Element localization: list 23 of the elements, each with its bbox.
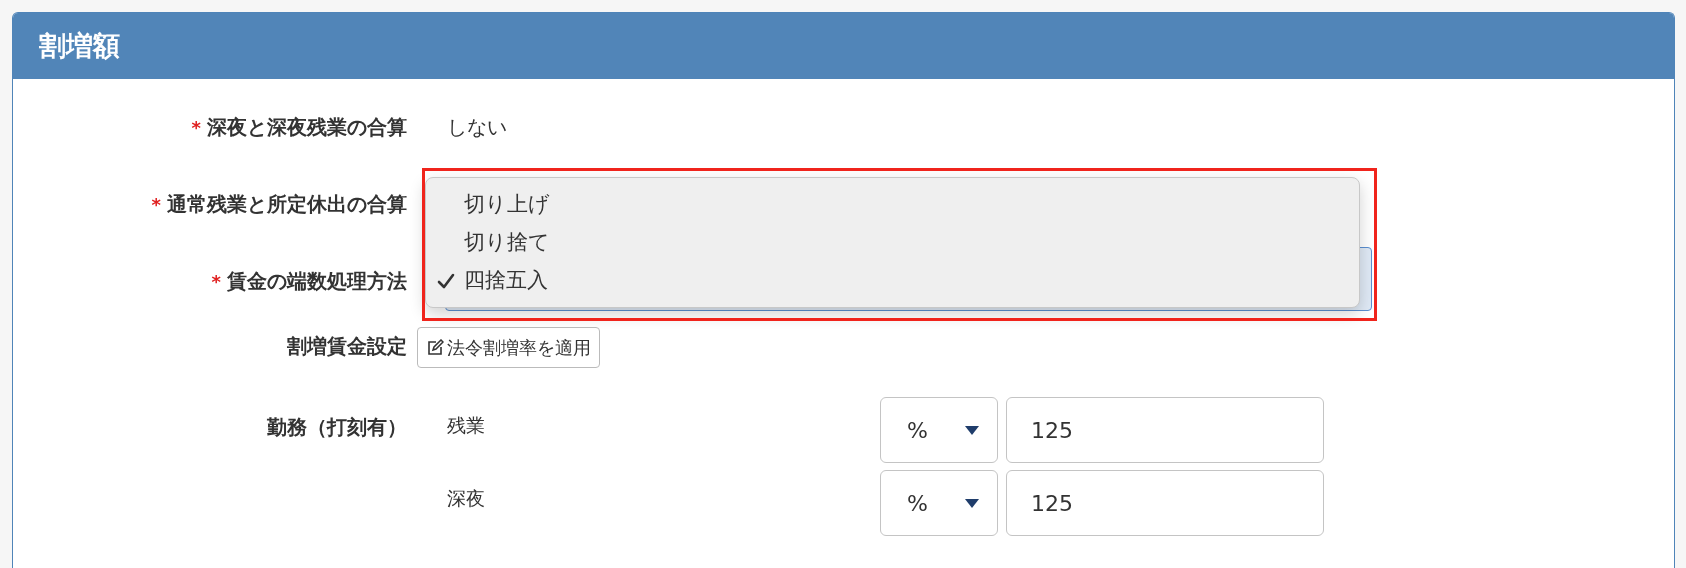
field-label: 深夜と深夜残業の合算 <box>207 115 407 139</box>
caret-icon <box>965 425 979 435</box>
unit-select[interactable]: % <box>880 397 998 463</box>
rate-input[interactable]: 125 <box>1006 470 1324 536</box>
edit-icon <box>426 338 444 357</box>
dropdown-option[interactable]: 切り捨て <box>426 224 1359 262</box>
rate-input[interactable]: 125 <box>1006 397 1324 463</box>
caret-icon <box>965 498 979 508</box>
field-label: 賃金の端数処理方法 <box>227 268 407 293</box>
panel-title: 割増額 <box>39 28 120 63</box>
required-mark: * <box>191 117 201 138</box>
dropdown-option[interactable]: 四捨五入 <box>426 262 1359 300</box>
field-label: 割増賃金設定 <box>287 334 407 358</box>
field-label: 通常残業と所定休出の合算 <box>167 191 407 216</box>
group-label: 勤務（打刻有） <box>267 415 407 439</box>
required-mark: * <box>211 270 221 292</box>
apply-button[interactable]: 法令割増率を適用 <box>417 327 600 368</box>
rate-label: 残業 <box>447 413 485 436</box>
required-mark: * <box>151 193 161 215</box>
unit-select[interactable]: % <box>880 470 998 536</box>
dropdown-option[interactable]: 切り上げ <box>426 186 1359 224</box>
rate-label: 深夜 <box>447 486 485 509</box>
field-value: しない <box>447 114 507 141</box>
